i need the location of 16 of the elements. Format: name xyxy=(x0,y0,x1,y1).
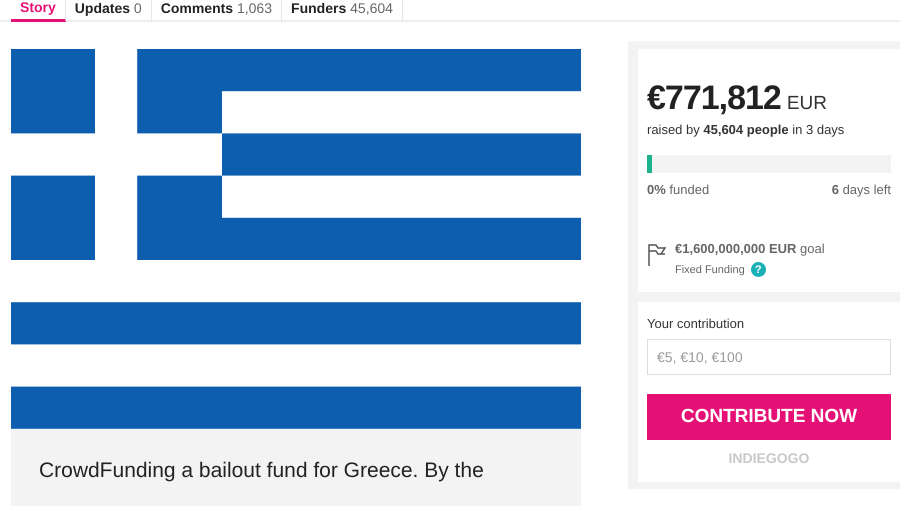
raised-by-text: raised by 45,604 people in 3 days xyxy=(647,122,846,137)
story-text: CrowdFunding a bailout fund for Greece. By the xyxy=(39,459,485,483)
contribute-button[interactable]: CONTRIBUTE NOW xyxy=(647,394,891,440)
contribution-field[interactable]: €5, €10, €100 xyxy=(647,339,891,375)
tab[interactable]: Story xyxy=(11,0,66,22)
goal-text: €1,600,000,000 EUR goal xyxy=(675,241,825,256)
contribution-label: Your contribution xyxy=(647,316,746,331)
tab[interactable]: Comments 1,063 xyxy=(152,0,282,22)
funding-type: Fixed Funding xyxy=(675,264,745,276)
flag-icon xyxy=(647,243,667,267)
tab[interactable]: Updates 0 xyxy=(66,0,152,22)
raised-amount: €771,812 xyxy=(647,79,781,118)
currency-label: EUR xyxy=(786,93,827,115)
days-left: 6 days left xyxy=(832,182,891,197)
funded-percent: 0% funded xyxy=(647,182,710,197)
tab[interactable]: Funders 45,604 xyxy=(282,0,403,22)
